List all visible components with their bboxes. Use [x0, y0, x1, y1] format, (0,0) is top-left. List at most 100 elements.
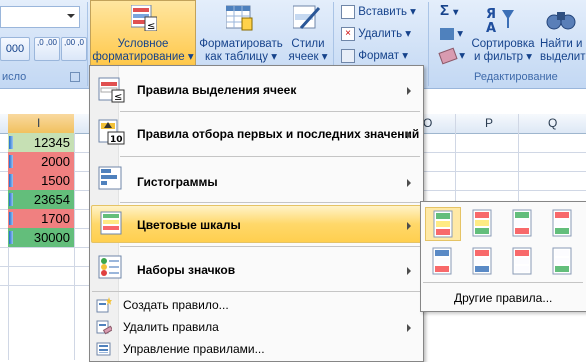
- menu-item-clear-rules[interactable]: Удалить правила: [90, 316, 423, 338]
- format-as-table-label[interactable]: Форматировать как таблицу ▾: [196, 38, 286, 64]
- menu-item-more-rules[interactable]: Другие правила...: [454, 291, 552, 305]
- chevron-down-icon: [67, 14, 75, 18]
- menu-label: Создать правило...: [123, 298, 229, 312]
- group-dialog-launcher-icon[interactable]: [70, 72, 80, 82]
- group-separator: [87, 2, 88, 86]
- data-bar: [9, 136, 13, 149]
- sort-filter-icon: Я А: [486, 7, 514, 34]
- data-bar: [9, 212, 13, 225]
- submenu-arrow-icon: [407, 222, 411, 230]
- column-header-q[interactable]: Q: [548, 116, 557, 130]
- color-scale-swatch-icon: [512, 247, 532, 275]
- delete-button[interactable]: × Удалить ▾: [341, 26, 411, 41]
- editing-group-label: Редактирование: [474, 71, 558, 83]
- menu-label: Правила отбора первых и последних значен…: [137, 127, 420, 141]
- format-button[interactable]: Формат ▾: [341, 48, 408, 63]
- color-scale-option[interactable]: [505, 245, 539, 277]
- column-header-i[interactable]: I: [37, 116, 40, 130]
- table-cell[interactable]: 30000: [8, 228, 74, 247]
- conditional-format-icon: ≤: [131, 5, 157, 31]
- color-scale-swatch-icon: [552, 209, 572, 237]
- menu-separator: [423, 282, 583, 283]
- menu-label: Правила выделения ячеек: [137, 83, 297, 97]
- color-scale-option[interactable]: [545, 245, 579, 277]
- increase-decimal-button[interactable]: ,0 ,00: [34, 37, 60, 61]
- insert-label: Вставить: [358, 6, 407, 18]
- autosum-button[interactable]: Σ ▾: [440, 2, 458, 19]
- menu-separator: [92, 291, 420, 292]
- find-select-label[interactable]: Найти и выделить: [540, 38, 586, 64]
- menu-label: Наборы значков: [137, 263, 236, 277]
- table-cell[interactable]: 1700: [8, 209, 74, 228]
- color-scale-swatch-icon: [432, 247, 452, 275]
- sort-label-line2: и фильтр ▾: [474, 51, 532, 63]
- clear-button[interactable]: ▾: [438, 47, 465, 65]
- menu-item-new-rule[interactable]: Создать правило...: [90, 294, 423, 316]
- new-rule-icon: [96, 297, 112, 313]
- cell-styles-label[interactable]: Стили ячеек ▾: [286, 38, 330, 64]
- gridline: [455, 114, 456, 209]
- menu-separator: [120, 156, 420, 157]
- table-cell[interactable]: 23654: [8, 190, 74, 209]
- sigma-icon: Σ: [440, 2, 450, 19]
- binoculars-icon: [546, 12, 576, 30]
- table-cell[interactable]: 2000: [8, 152, 74, 171]
- color-scale-swatch-icon: [512, 209, 532, 237]
- menu-item-highlight-cells-rules[interactable]: ≤ Правила выделения ячеек: [90, 70, 423, 110]
- format-table-icon: [226, 5, 253, 31]
- format-cells-icon: [341, 48, 355, 63]
- color-scale-option[interactable]: [505, 207, 539, 239]
- color-scale-option[interactable]: [425, 207, 461, 241]
- column-header-o[interactable]: O: [423, 116, 432, 130]
- menu-item-data-bars[interactable]: Гистограммы: [90, 160, 423, 200]
- table-cell[interactable]: 1500: [8, 171, 74, 190]
- color-scale-option[interactable]: [545, 207, 579, 239]
- submenu-arrow-icon: [407, 267, 411, 275]
- menu-item-top-bottom-rules[interactable]: 10 Правила отбора первых и последних зна…: [90, 113, 423, 153]
- table-cell[interactable]: 12345: [8, 133, 74, 152]
- data-bars-icon: [98, 166, 122, 190]
- fill-down-icon: [440, 27, 454, 40]
- menu-separator: [120, 246, 420, 247]
- data-bar: [9, 193, 13, 206]
- insert-button[interactable]: Вставить ▾: [341, 4, 416, 19]
- cell-styles-label-line1: Стили: [291, 38, 325, 50]
- menu-label: Удалить правила: [123, 320, 219, 334]
- fill-button[interactable]: ▾: [440, 26, 463, 40]
- column-header-selected[interactable]: [8, 114, 74, 133]
- svg-text:Я: Я: [486, 7, 496, 22]
- clear-rules-icon: [96, 320, 112, 335]
- gridline: [518, 114, 519, 209]
- color-scales-submenu: Другие правила...: [420, 201, 586, 312]
- cond-format-label-line1: Условное: [117, 38, 169, 50]
- manage-rules-icon: [96, 342, 111, 356]
- data-bar: [9, 174, 13, 187]
- top-bottom-rules-icon: 10: [98, 119, 125, 145]
- color-scale-option[interactable]: [425, 245, 459, 277]
- menu-item-icon-sets[interactable]: Наборы значков: [90, 249, 423, 289]
- find-label-line2: выделить: [540, 51, 586, 63]
- delete-cells-icon: ×: [341, 26, 355, 41]
- delete-label: Удалить: [358, 28, 403, 40]
- sort-filter-label[interactable]: Сортировка и фильтр ▾: [466, 38, 540, 64]
- data-bar: [9, 155, 13, 168]
- color-scale-swatch-icon: [433, 210, 453, 238]
- highlight-rules-icon: ≤: [98, 77, 125, 103]
- menu-label: Управление правилами...: [123, 342, 265, 356]
- color-scale-option[interactable]: [465, 245, 499, 277]
- decrease-decimal-button[interactable]: ,00 ,0: [61, 37, 87, 61]
- menu-item-color-scales[interactable]: Цветовые шкалы: [90, 205, 423, 243]
- column-header-p[interactable]: P: [485, 116, 493, 130]
- menu-label: Цветовые шкалы: [137, 218, 241, 232]
- color-scale-swatch-icon: [552, 247, 572, 275]
- menu-item-manage-rules[interactable]: Управление правилами...: [90, 338, 423, 360]
- thousands-separator-button[interactable]: 000: [0, 37, 30, 61]
- number-format-dropdown[interactable]: [0, 6, 80, 28]
- color-scale-swatch-icon: [472, 247, 492, 275]
- color-scale-option[interactable]: [465, 207, 499, 239]
- svg-text:≤: ≤: [147, 21, 155, 31]
- conditional-formatting-label[interactable]: Условное форматирование ▾: [90, 38, 196, 64]
- menu-separator: [120, 202, 420, 203]
- top-bottom-ten-text: 10: [110, 135, 123, 145]
- color-scales-icon: [100, 211, 122, 235]
